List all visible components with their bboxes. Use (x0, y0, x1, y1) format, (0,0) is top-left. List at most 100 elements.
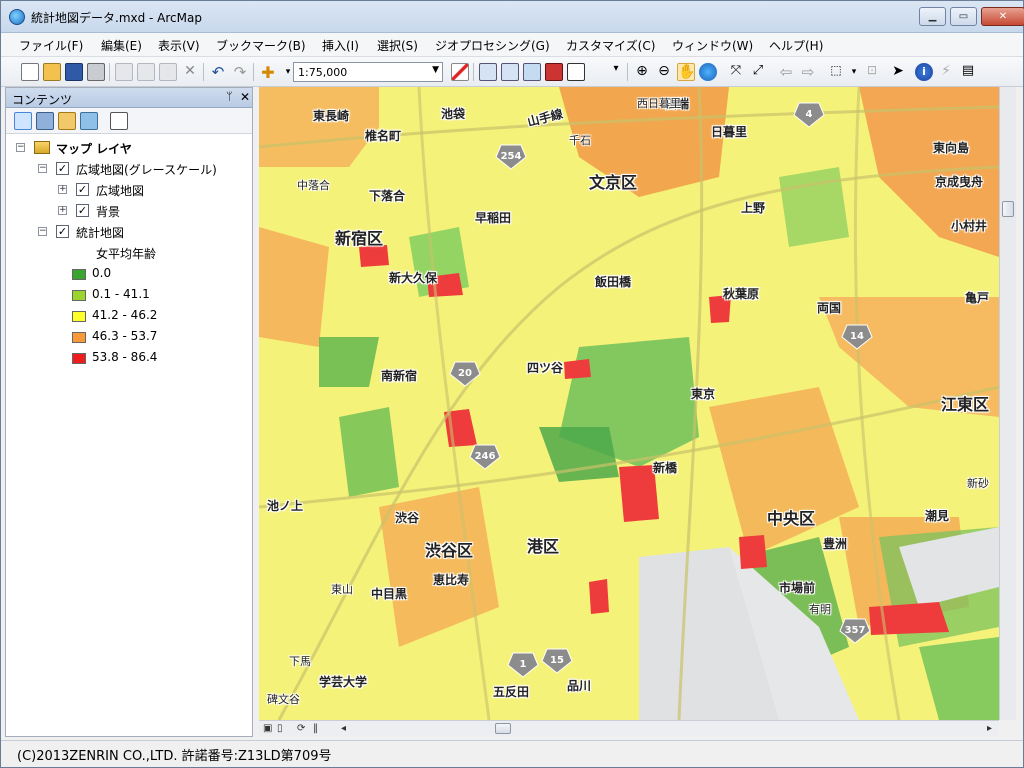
layer-row-group2[interactable]: − ✓ 統計地図 (6, 222, 252, 242)
table-window-icon[interactable] (479, 63, 497, 81)
scroll-right-icon[interactable]: ▸ (987, 723, 992, 734)
delete-icon[interactable]: ✕ (181, 63, 199, 81)
search-window-icon[interactable] (523, 63, 541, 81)
svg-text:357: 357 (845, 625, 866, 636)
menu-insert[interactable]: 挿入(I) (322, 37, 359, 54)
options-icon[interactable] (110, 112, 128, 130)
map-label-place: 小村井 (951, 219, 988, 233)
visibility-checkbox[interactable]: ✓ (56, 162, 69, 175)
minimize-button[interactable]: ▁ (919, 7, 946, 26)
redo-icon[interactable]: ↷ (231, 63, 249, 81)
fixed-zoom-in-icon[interactable]: ⤧ (727, 63, 745, 81)
layer-row-group1-child2[interactable]: + ✓ 背景 (6, 201, 252, 221)
menu-file[interactable]: ファイル(F) (19, 37, 83, 54)
collapse-icon[interactable]: − (16, 143, 25, 152)
collapse-icon[interactable]: − (38, 227, 47, 236)
fixed-zoom-out-icon[interactable]: ⤢ (749, 63, 767, 81)
layer-name: 統計地図 (76, 226, 125, 240)
close-button[interactable]: ✕ (981, 7, 1024, 26)
pan-hand-icon[interactable]: ✋ (677, 63, 695, 81)
copy-icon[interactable] (137, 63, 155, 81)
menu-windows[interactable]: ウィンドウ(W) (672, 37, 753, 54)
map-scale-combo[interactable]: 1:75,000 ▼ (293, 62, 443, 82)
forward-arrow-icon[interactable]: ⇨ (799, 63, 817, 81)
visibility-checkbox[interactable]: ✓ (76, 183, 89, 196)
vertical-scroll-thumb[interactable] (1002, 201, 1014, 217)
back-arrow-icon[interactable]: ⇦ (777, 63, 795, 81)
zoom-out-icon[interactable]: ⊖ (655, 63, 673, 81)
visibility-checkbox[interactable]: ✓ (76, 204, 89, 217)
menu-help[interactable]: ヘルプ(H) (769, 37, 823, 54)
editor-toolbar-icon[interactable] (451, 63, 469, 81)
expand-icon[interactable]: + (58, 206, 67, 215)
contents-title: コンテンツ (12, 93, 73, 107)
list-by-visibility-icon[interactable] (58, 112, 76, 130)
pin-icon[interactable]: ᛘ (226, 90, 233, 103)
html-popup-icon[interactable]: ▤ (959, 63, 977, 81)
menu-selection[interactable]: 選択(S) (377, 37, 418, 54)
contents-toolbar (6, 108, 252, 134)
pause-drawing-icon[interactable]: ‖ (313, 723, 318, 734)
menu-bookmarks[interactable]: ブックマーク(B) (216, 37, 306, 54)
select-elements-arrow-icon[interactable]: ➤ (889, 63, 907, 81)
arctoolbox-icon[interactable] (545, 63, 563, 81)
visibility-checkbox[interactable]: ✓ (56, 225, 69, 238)
menu-geoprocessing[interactable]: ジオプロセシング(G) (435, 37, 550, 54)
map-vertical-scrollbar[interactable] (999, 87, 1016, 720)
select-features-icon[interactable]: ⬚ (827, 63, 845, 81)
legend-class[interactable]: 41.2 - 46.2 (6, 306, 252, 326)
identify-info-icon[interactable]: i (915, 63, 933, 81)
map-label-place: 中目黒 (371, 587, 408, 601)
map-label-place: 有明 (809, 603, 831, 616)
menu-edit[interactable]: 編集(E) (101, 37, 142, 54)
new-document-icon[interactable] (21, 63, 39, 81)
layout-view-icon[interactable]: ▯ (277, 723, 283, 734)
map-label-place: 下馬 (289, 655, 311, 668)
scroll-left-icon[interactable]: ◂ (341, 723, 346, 734)
map-label-bunkyo: 文京区 (589, 173, 638, 192)
maximize-button[interactable]: ▭ (950, 7, 977, 26)
undo-icon[interactable]: ↶ (209, 63, 227, 81)
map-display[interactable]: 4 254 14 20 246 357 1 15 文京区 新宿区 渋谷区 港区 … (259, 87, 999, 720)
collapse-icon[interactable]: − (38, 164, 47, 173)
map-label-place: 四ツ谷 (527, 361, 564, 375)
clear-selection-icon[interactable]: ⊡ (863, 63, 881, 81)
add-data-icon[interactable]: ✚ (259, 63, 277, 82)
layer-row-group1-child1[interactable]: + ✓ 広域地図 (6, 180, 252, 200)
legend-title: 女平均年齢 (96, 247, 157, 261)
toolbar-overflow-icon[interactable]: ▾ (607, 63, 625, 81)
catalog-window-icon[interactable] (501, 63, 519, 81)
list-by-source-icon[interactable] (36, 112, 54, 130)
menu-view[interactable]: 表示(V) (158, 37, 200, 54)
map-horizontal-scrollbar[interactable]: ▣ ▯ ⟳ ‖ ◂ ▸ (259, 720, 999, 736)
hyperlink-bolt-icon[interactable]: ⚡ (937, 63, 955, 81)
map-label-place: 東長崎 (313, 109, 350, 123)
layer-row-group1[interactable]: − ✓ 広域地図(グレースケール) (6, 159, 252, 179)
paste-icon[interactable] (159, 63, 177, 81)
legend-class[interactable]: 53.8 - 86.4 (6, 348, 252, 368)
legend-class[interactable]: 0.1 - 41.1 (6, 285, 252, 305)
legend-class[interactable]: 46.3 - 53.7 (6, 327, 252, 347)
layer-row-root[interactable]: − マップ レイヤ (6, 138, 252, 158)
title-bar: 統計地図データ.mxd - ArcMap ▁ ▭ ✕ (1, 1, 1024, 33)
legend-class[interactable]: 0.0 (6, 264, 252, 284)
select-dropdown-icon[interactable]: ▾ (845, 63, 863, 81)
map-scale-value: 1:75,000 (298, 66, 348, 79)
list-by-drawing-order-icon[interactable] (14, 112, 32, 130)
horizontal-scroll-thumb[interactable] (495, 723, 511, 734)
cut-icon[interactable] (115, 63, 133, 81)
list-by-selection-icon[interactable] (80, 112, 98, 130)
chevron-down-icon[interactable]: ▼ (432, 65, 439, 75)
refresh-icon[interactable]: ⟳ (297, 723, 305, 734)
print-icon[interactable] (87, 63, 105, 81)
full-extent-globe-icon[interactable] (699, 63, 717, 81)
close-pane-icon[interactable]: ✕ (240, 90, 250, 104)
open-folder-icon[interactable] (43, 63, 61, 81)
menu-customize[interactable]: カスタマイズ(C) (566, 37, 655, 54)
data-view-icon[interactable]: ▣ (263, 723, 272, 734)
expand-icon[interactable]: + (58, 185, 67, 194)
python-window-icon[interactable] (567, 63, 585, 81)
map-label-place: 五反田 (493, 685, 530, 699)
save-icon[interactable] (65, 63, 83, 81)
zoom-in-icon[interactable]: ⊕ (633, 63, 651, 81)
